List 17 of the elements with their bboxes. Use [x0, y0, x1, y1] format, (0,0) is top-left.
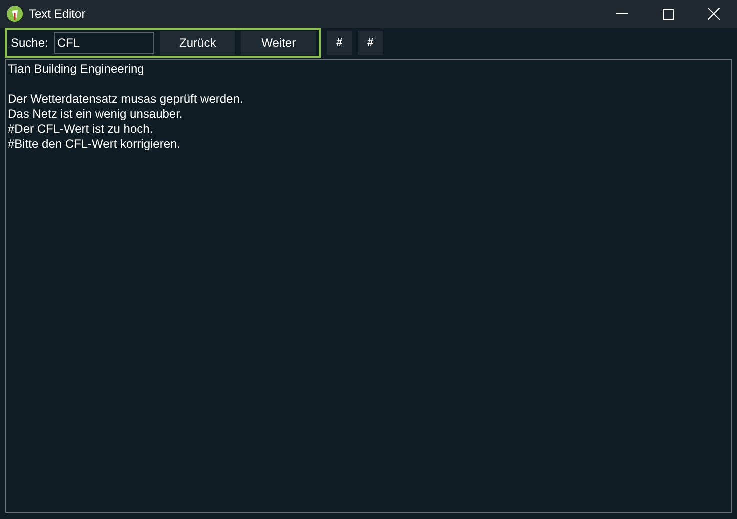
text-editor-area[interactable]: Tian Building Engineering Der Wetterdatensatz musas geprüft werden. Das Netz ist ein wenig unsauber. #Der CFL-Wert ist zu hoch. #Bitte den CFL-Wert korrigieren. [5, 59, 732, 513]
hash-button[interactable]: # [358, 31, 383, 55]
window-title: Text Editor [29, 6, 86, 23]
text-line: #Bitte den CFL-Wert korrigieren. [8, 137, 181, 152]
hash-button[interactable]: # [327, 31, 352, 55]
minimize-icon [616, 13, 628, 15]
maximize-icon [662, 8, 674, 20]
text-line: Das Netz ist ein wenig unsauber. [8, 107, 183, 122]
nav-button[interactable]: Zurück [160, 31, 236, 55]
app-logo-icon [7, 6, 23, 22]
close-icon [708, 8, 720, 20]
text-line: Der Wetterdatensatz musas geprüft werden. [8, 92, 244, 107]
text-line: Tian Building Engineering [8, 62, 144, 77]
nav-button[interactable]: Weiter [241, 31, 316, 55]
search-field[interactable]: CFL [54, 32, 154, 54]
text-line: #Der CFL-Wert ist zu hoch. [8, 122, 154, 137]
search-label: Suche: [11, 35, 48, 52]
